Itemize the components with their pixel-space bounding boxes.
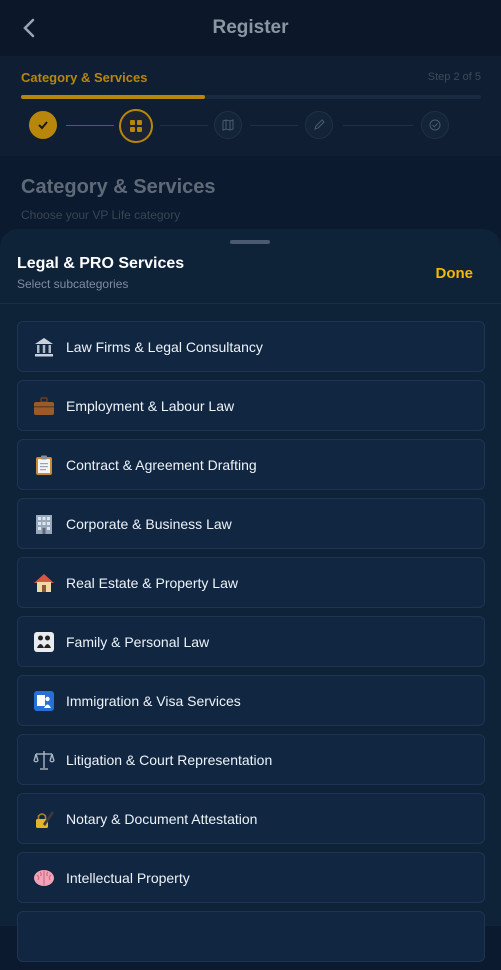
page-title: Register [212,17,289,38]
passport-control-icon [32,689,56,713]
house-icon [32,571,56,595]
divider [0,303,501,304]
step-connector [160,125,208,126]
family-icon [32,630,56,654]
progress-fill [21,95,205,99]
progress-track [21,95,481,99]
clipboard-icon [32,453,56,477]
briefcase-icon [32,394,56,418]
bottom-sheet: Legal & PRO Services Select subcategorie… [0,229,501,962]
subcategory-label: Immigration & Visa Services [66,693,241,709]
subcategory-label: Law Firms & Legal Consultancy [66,339,263,355]
pencil-icon [314,119,325,130]
subcategory-item[interactable]: Contract & Agreement Drafting [17,439,485,490]
subcategory-item[interactable]: Immigration & Visa Services [17,675,485,726]
subcategory-label: Employment & Labour Law [66,398,235,414]
subcategory-label: Intellectual Property [66,870,190,886]
subcategory-item[interactable]: Litigation & Court Representation [17,734,485,785]
check-circle-icon [429,119,441,131]
section-heading: Category & Services [21,176,216,198]
subcategory-item[interactable]: Employment & Labour Law [17,380,485,431]
subcategory-item[interactable]: Corporate & Business Law [17,498,485,549]
step-node-3[interactable] [214,111,242,139]
subcategory-label: Family & Personal Law [66,634,210,650]
sheet-title: Legal & PRO Services [17,255,185,272]
step-label: Category & Services [21,70,148,85]
step-connector [66,125,114,126]
balance-scale-icon [32,748,56,772]
subcategory-label: Contract & Agreement Drafting [66,457,257,473]
sheet-subtitle: Select subcategories [17,277,129,291]
step-count: Step 2 of 5 [427,71,481,83]
step-connector [343,125,413,126]
subcategory-item[interactable]: Intellectual Property [17,852,485,903]
grid-icon [130,120,142,132]
subcategory-item[interactable]: Law Firms & Legal Consultancy [17,321,485,372]
subcategory-item[interactable]: Family & Personal Law [17,616,485,667]
progress-stepper: Category & Services Step 2 of 5 [0,56,501,156]
subcategory-label: Corporate & Business Law [66,516,232,532]
check-icon [38,121,48,130]
subcategory-label: Real Estate & Property Law [66,575,238,591]
pen-lock-icon [32,807,56,831]
step-node-4[interactable] [305,111,333,139]
subcategory-item[interactable] [17,911,485,962]
done-button[interactable]: Done [436,265,474,282]
step-connector [250,125,298,126]
subcategory-item[interactable]: Notary & Document Attestation [17,793,485,844]
subcategory-label: Notary & Document Attestation [66,811,258,827]
classical-building-icon [32,335,56,359]
step-node-current[interactable] [119,109,153,143]
subcategory-list: Law Firms & Legal Consultancy Employment… [17,321,485,970]
app-header: Register [0,0,501,56]
subcategory-item[interactable]: Real Estate & Property Law [17,557,485,608]
step-node-5[interactable] [421,111,449,139]
sheet-drag-handle[interactable] [230,240,270,244]
section-subtitle: Choose your VP Life category [21,208,181,222]
subcategory-label: Litigation & Court Representation [66,752,273,768]
office-building-icon [32,512,56,536]
brain-icon [32,866,56,890]
step-node-completed[interactable] [29,111,57,139]
map-icon [222,119,234,131]
